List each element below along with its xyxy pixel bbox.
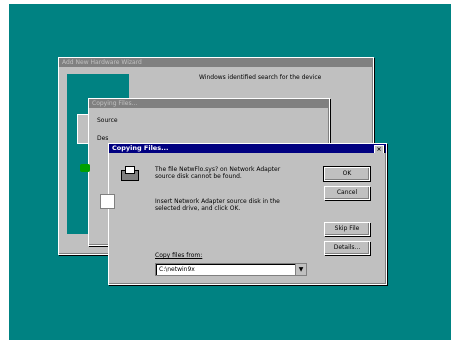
copying-files-dialog: Copying Files... × The file NetwFlo.sys?… [100,143,387,285]
close-button[interactable]: × [374,145,384,153]
disk-icon [80,164,90,172]
dialog-title: Copying Files... [112,144,169,152]
source-label: Source [97,117,118,124]
ok-button[interactable]: OK [323,166,371,182]
dialog-titlebar: Copying Files... × [109,144,386,153]
desktop: Add New Hardware Wizard Windows identifi… [9,4,451,340]
copying-progress-title: Copying Files... [92,100,138,107]
destination-label: Des [97,135,109,142]
cancel-button[interactable]: Cancel [324,186,370,200]
dropdown-arrow-icon[interactable]: ▼ [295,264,306,275]
copy-from-input[interactable]: C:\netwin9x [159,266,195,273]
disk-drive-icon [121,166,139,181]
copy-from-combobox[interactable]: C:\netwin9x ▼ [155,263,307,276]
wizard-titlebar: Add New Hardware Wizard [59,58,373,67]
disk-insert-icon [100,194,115,209]
details-button[interactable]: Details... [324,241,370,255]
skip-file-button[interactable]: Skip File [324,222,370,236]
wizard-title: Add New Hardware Wizard [62,59,142,66]
insert-disk-message: Insert Network Adapter source disk in th… [155,198,280,212]
missing-file-message: The file NetwFlo.sys? on Network Adapter… [155,166,281,180]
wizard-text: Windows identified search for the device [199,74,322,81]
copying-progress-titlebar: Copying Files... [89,99,329,108]
copy-from-label: Copy files from: [155,252,203,259]
